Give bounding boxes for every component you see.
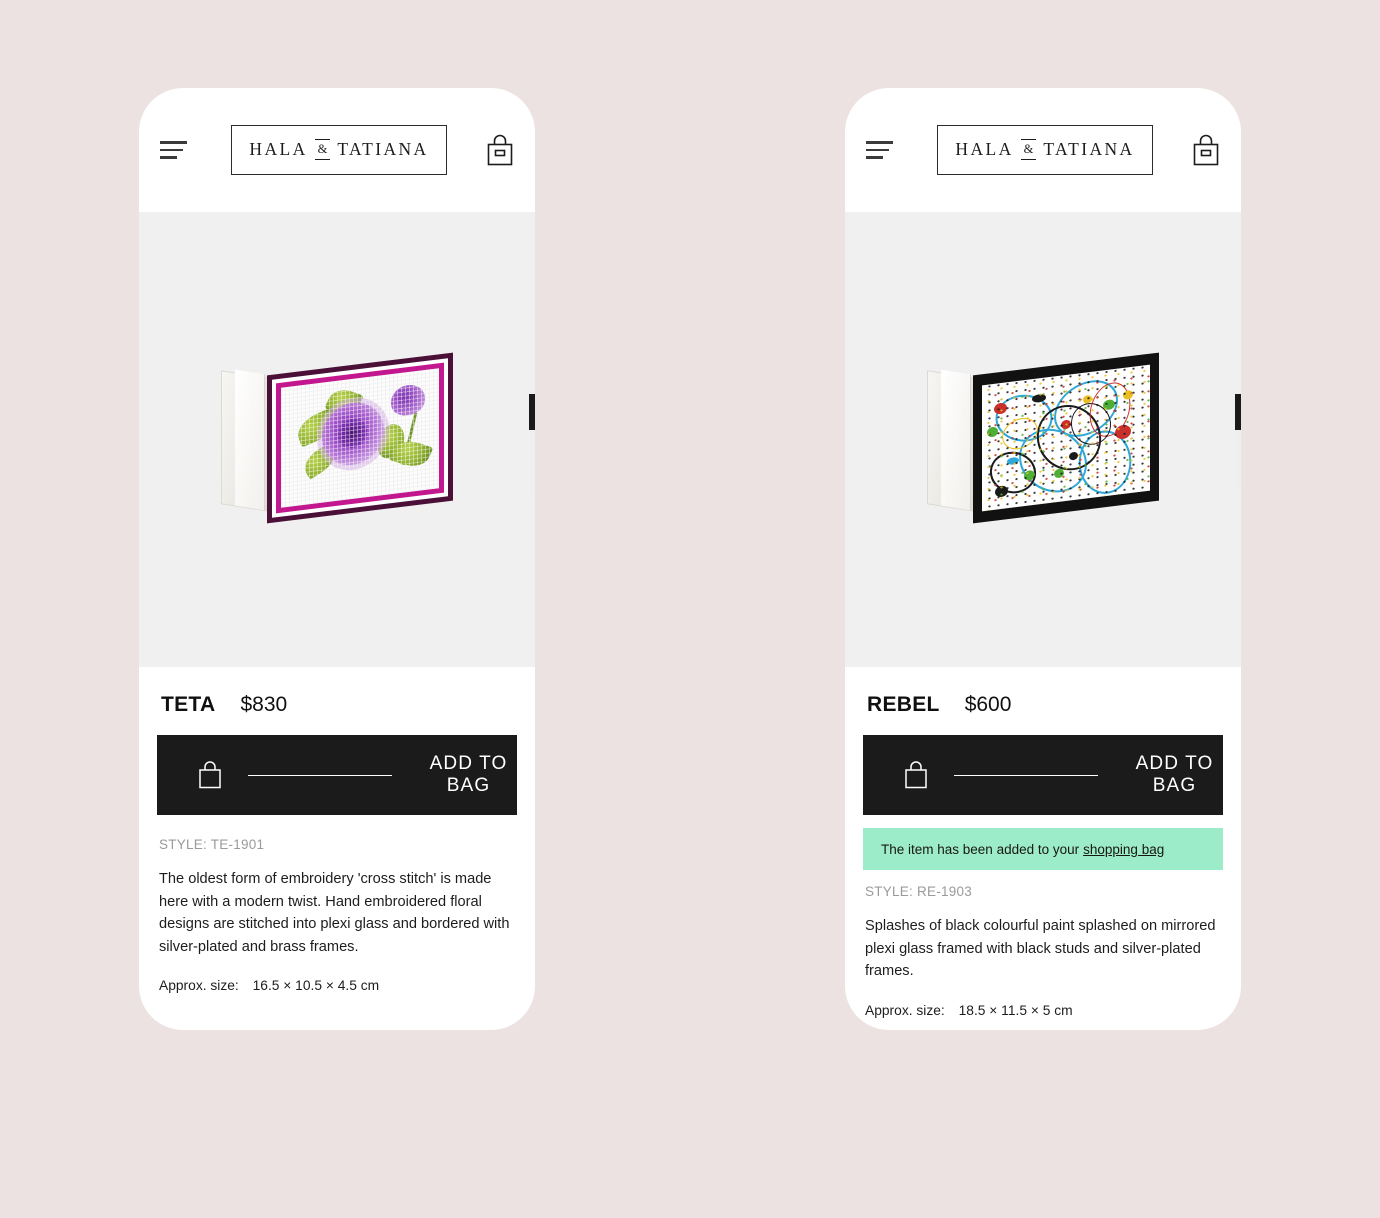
product-size-row: Approx. size: 18.5 × 11.5 × 5 cm [845, 983, 1241, 1018]
brand-name-part2: TATIANA [337, 139, 429, 159]
scrollbar-thumb[interactable] [529, 394, 535, 430]
style-code: STYLE: TE-1901 [159, 837, 265, 852]
add-to-bag-label: ADD TO BAG [1135, 753, 1214, 796]
shopping-bag-icon[interactable] [485, 133, 515, 167]
add-to-bag-label: ADD TO BAG [429, 753, 508, 796]
product-details-right: STYLE: RE-1903 Splashes of black colourf… [845, 870, 1241, 1018]
phone-left: HALA & TATIANA TETA $830 ADD TO BAG STYL… [139, 88, 535, 1030]
product-image-backdrop [845, 212, 1241, 667]
notice-text: The item has been added to your [881, 841, 1080, 857]
image-scrollbar-left[interactable] [529, 394, 535, 490]
brand-ampersand: & [314, 139, 331, 160]
add-to-bag-button[interactable]: ADD TO BAG [863, 735, 1223, 815]
product-description: Splashes of black colourful paint splash… [865, 918, 1216, 980]
button-divider-rule [248, 774, 392, 776]
clutch-front-face-rebel [973, 352, 1159, 523]
menu-line-1 [866, 141, 893, 144]
shopping-bag-link[interactable]: shopping bag [1083, 842, 1164, 857]
size-label: Approx. size: [865, 1002, 945, 1018]
size-label: Approx. size: [159, 978, 239, 994]
product-name: TETA [161, 693, 216, 716]
size-value: 16.5 × 10.5 × 4.5 cm [252, 978, 380, 994]
menu-line-2 [866, 148, 889, 152]
clutch-inner-panel [235, 369, 265, 510]
brand-logo-text: HALA & TATIANA [249, 139, 428, 160]
menu-line-3 [866, 156, 883, 159]
product-name: REBEL [867, 693, 940, 716]
product-image-backdrop [139, 212, 535, 667]
brand-name-part1: HALA [955, 139, 1014, 159]
product-title-row-left: TETA $830 [139, 667, 535, 735]
brand-ampersand: & [1020, 139, 1037, 160]
brand-name-part2: TATIANA [1043, 139, 1135, 159]
product-description: The oldest form of embroidery 'cross sti… [159, 871, 510, 955]
shopping-bag-icon [903, 760, 929, 790]
app-header-left: HALA & TATIANA [139, 88, 535, 212]
brand-logo-right[interactable]: HALA & TATIANA [937, 125, 1153, 175]
hamburger-menu-icon[interactable] [157, 136, 193, 164]
product-size-row: Approx. size: 16.5 × 10.5 × 4.5 cm [139, 958, 535, 993]
clutch-inner-panel [941, 369, 971, 510]
phone-mockup-stage: HALA & TATIANA TETA $830 ADD TO BAG STYL… [0, 0, 1380, 1218]
button-divider-rule [954, 774, 1098, 776]
menu-line-1 [160, 141, 187, 144]
clutch-front-face-teta [267, 352, 453, 523]
added-to-bag-notice: The item has been added to your shopping… [863, 828, 1223, 870]
brand-name-part1: HALA [249, 139, 308, 159]
scrollbar-thumb[interactable] [1235, 394, 1241, 430]
brand-logo-text: HALA & TATIANA [955, 139, 1134, 160]
product-title-row-right: REBEL $600 [845, 667, 1241, 735]
menu-line-2 [160, 148, 183, 152]
clutch-bag-teta [221, 352, 453, 523]
frame-outer-mat [272, 357, 448, 518]
style-code: STYLE: RE-1903 [865, 884, 973, 899]
add-to-bag-button[interactable]: ADD TO BAG [157, 735, 517, 815]
frame-magenta-border [276, 362, 444, 513]
product-price: $830 [240, 693, 288, 716]
clutch-bag-rebel [927, 352, 1159, 523]
shopping-bag-icon[interactable] [1191, 133, 1221, 167]
product-image-right[interactable] [845, 212, 1241, 667]
cross-stitch-canvas [281, 367, 439, 508]
brand-logo-left[interactable]: HALA & TATIANA [231, 125, 447, 175]
size-value: 18.5 × 11.5 × 5 cm [958, 1002, 1073, 1018]
flower-bud-shape [390, 382, 425, 417]
image-scrollbar-right[interactable] [1235, 394, 1241, 490]
menu-line-3 [160, 156, 177, 159]
product-image-left[interactable] [139, 212, 535, 667]
product-price: $600 [964, 693, 1012, 716]
hamburger-menu-icon[interactable] [863, 136, 899, 164]
app-header-right: HALA & TATIANA [845, 88, 1241, 212]
phone-right: HALA & TATIANA REBEL $600 ADD TO BAG The… [845, 88, 1241, 1030]
shopping-bag-icon [197, 760, 223, 790]
paint-splatter-canvas [982, 364, 1150, 511]
paint-speckle-overlay [982, 364, 1150, 511]
